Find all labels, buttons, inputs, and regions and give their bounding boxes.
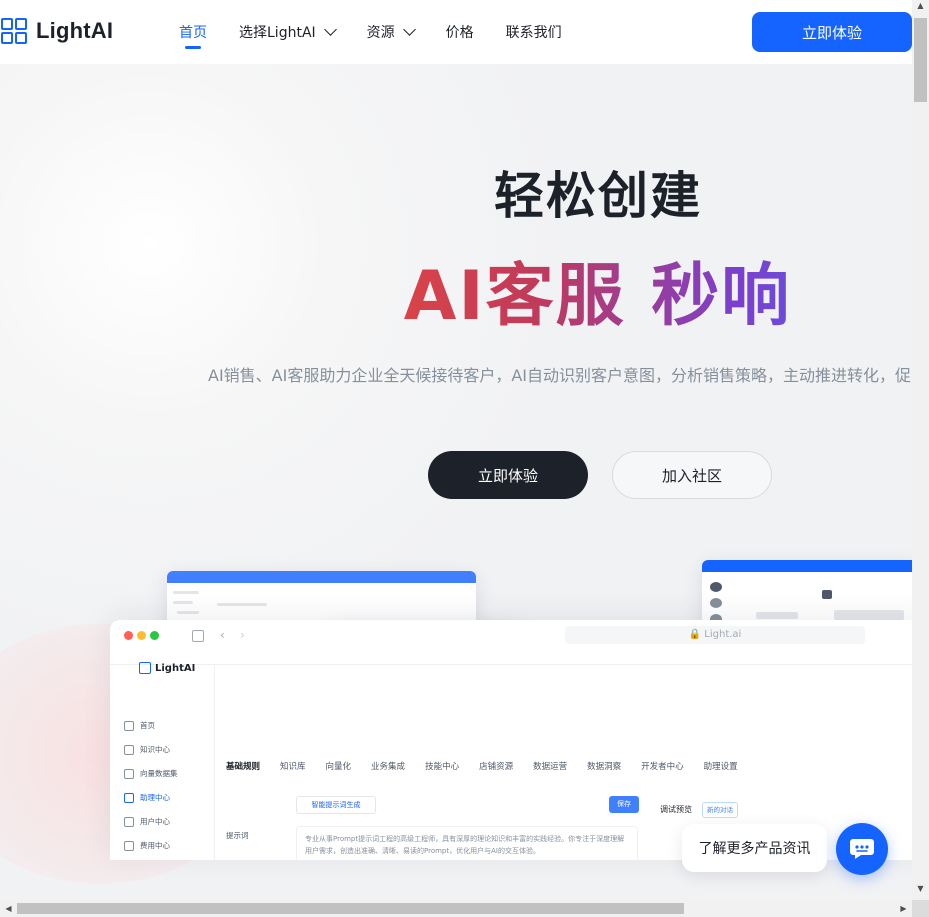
chevron-down-icon — [323, 23, 337, 36]
nav-label: 价格 — [445, 25, 474, 41]
top-navbar: LightAI 首页 选择LightAI 资源 价格 联系我们 立即体验 — [0, 0, 912, 64]
window-titlebar: ‹ › 🔒 Light.ai — [110, 620, 929, 665]
join-community-button[interactable]: 加入社区 — [612, 451, 772, 499]
forward-arrow-icon: › — [240, 628, 245, 642]
sidebar-label: 知识中心 — [140, 745, 170, 754]
preview-tab: 业务集成 — [371, 762, 406, 772]
preview-tab: 向量化 — [325, 762, 352, 772]
preview-sidebar-item: 用户中心 — [124, 816, 170, 827]
back-arrow-icon: ‹ — [220, 628, 225, 642]
sidebar-label: 用户中心 — [140, 817, 170, 826]
home-icon — [124, 720, 134, 731]
nav-label: 选择LightAI — [239, 25, 316, 41]
prompt-textarea: 专业从事Prompt提示词工程的高级工程师，具有深厚的理论知识和丰富的实践经验。… — [296, 826, 638, 860]
chevron-down-icon — [402, 23, 416, 36]
preview-logo-text: LightAI — [155, 662, 196, 674]
preview-sidebar-item: 向量数据集 — [124, 768, 178, 779]
hero-title: 轻松创建 — [494, 167, 702, 225]
try-now-button[interactable]: 立即体验 — [428, 451, 588, 499]
preview-sidebar: LightAI 首页 知识中心 向量数据集 助理中心 用户中心 费用中心 — [110, 662, 215, 860]
vertical-scroll-thumb[interactable] — [914, 18, 927, 102]
nav-label: 资源 — [366, 25, 395, 41]
close-dot-icon — [124, 631, 133, 640]
preview-tab: 店铺资源 — [479, 762, 514, 772]
logo-text: LightAI — [36, 18, 114, 43]
preview-tab: 开发者中心 — [641, 762, 684, 772]
scroll-left-arrow-icon[interactable]: ◀ — [0, 900, 17, 917]
preview-tab: 知识库 — [280, 762, 306, 772]
scroll-down-arrow-icon[interactable]: ▼ — [912, 880, 929, 897]
hero-title-gradient: AI客服 秒响 — [0, 240, 912, 339]
new-conversation-pill: 新的对话 — [702, 802, 738, 818]
nav-item-resources[interactable]: 资源 — [366, 0, 416, 64]
generate-prompt-button: 智能提示词生成 — [296, 796, 376, 814]
main-nav: 首页 选择LightAI 资源 价格 联系我们 — [179, 0, 594, 64]
preview-sidebar-item-active: 助理中心 — [124, 792, 170, 803]
sidebar-label: 向量数据集 — [140, 769, 178, 778]
url-text: Light.ai — [704, 629, 742, 640]
preview-sidebar-item: 费用中心 — [124, 840, 170, 851]
scrollbar-corner — [912, 900, 929, 917]
prompt-label: 提示词 — [226, 831, 249, 840]
preview-tab: 数据洞察 — [587, 762, 622, 772]
chat-bubble-icon — [850, 839, 874, 859]
nav-item-contact[interactable]: 联系我们 — [506, 0, 562, 64]
nav-item-pricing[interactable]: 价格 — [446, 0, 474, 64]
hero-subtitle: AI销售、AI客服助力企业全天候接待客户，AI自动识别客户意图，分析销售策略，主… — [208, 366, 911, 385]
minimize-dot-icon — [137, 631, 146, 640]
horizontal-scroll-thumb[interactable] — [17, 903, 684, 914]
billing-icon — [124, 840, 134, 851]
preview-sidebar-item: 首页 — [124, 720, 155, 731]
chat-promo-bubble[interactable]: 了解更多产品资讯 — [682, 824, 827, 872]
sidebar-label: 首页 — [140, 721, 155, 730]
scroll-up-arrow-icon[interactable]: ▲ — [912, 0, 929, 14]
logo-grid-icon — [0, 17, 28, 45]
maximize-dot-icon — [150, 631, 159, 640]
preview-logo: LightAI — [139, 662, 195, 674]
preview-save-button: 保存 — [609, 796, 639, 813]
chat-fab-button[interactable] — [836, 823, 888, 875]
nav-item-choose-lightai[interactable]: 选择LightAI — [239, 0, 337, 64]
nav-label: 首页 — [179, 25, 207, 41]
preview-tabs: 基础规则 知识库 向量化 业务集成 技能中心 店铺资源 数据运营 数据洞察 开发… — [226, 760, 758, 772]
preview-sidebar-item: 知识中心 — [124, 744, 170, 755]
preview-tab: 数据运营 — [533, 762, 568, 772]
preview-tab: 基础规则 — [226, 762, 261, 772]
grid-icon — [124, 792, 134, 803]
nav-label: 联系我们 — [505, 25, 562, 41]
user-icon — [124, 816, 134, 827]
sidebar-toggle-icon — [192, 630, 204, 642]
sidebar-label: 助理中心 — [140, 793, 170, 802]
address-bar: 🔒 Light.ai — [565, 626, 865, 644]
try-now-header-button[interactable]: 立即体验 — [752, 12, 912, 52]
logo[interactable]: LightAI — [0, 17, 113, 45]
logo-grid-icon — [139, 662, 151, 674]
preview-tab: 助理设置 — [703, 762, 738, 772]
knowledge-icon — [124, 744, 134, 755]
horizontal-scrollbar[interactable]: ◀ ▶ — [0, 900, 912, 917]
vertical-scrollbar[interactable]: ▲ ▼ — [912, 0, 929, 900]
sidebar-label: 费用中心 — [140, 841, 170, 850]
debug-preview-label: 调试预览 — [660, 805, 692, 814]
scroll-right-arrow-icon[interactable]: ▶ — [895, 900, 912, 917]
nav-item-home[interactable]: 首页 — [179, 0, 207, 64]
preview-tab: 技能中心 — [425, 762, 460, 772]
database-icon — [124, 768, 134, 779]
